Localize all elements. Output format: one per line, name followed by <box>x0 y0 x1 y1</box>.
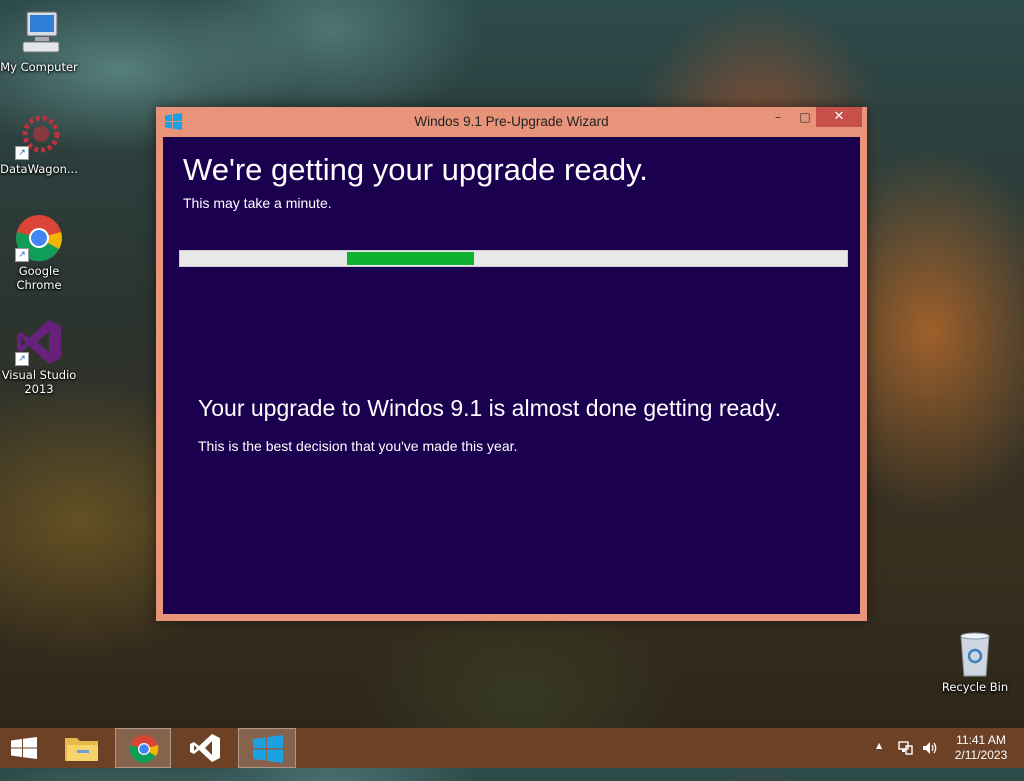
tray-chevron-icon[interactable]: ▲ <box>876 741 882 781</box>
windows-logo-icon <box>253 735 283 763</box>
desktop-icon-label: My Computer <box>0 60 78 74</box>
status-message: Your upgrade to Windos 9.1 is almost don… <box>198 395 782 421</box>
desktop-icon-datawagon[interactable]: ↗ DataWagon... <box>0 112 78 176</box>
taskbar-upgrade-wizard[interactable] <box>238 728 296 768</box>
start-button[interactable] <box>0 728 48 768</box>
desktop-icon-visual-studio[interactable]: ↗ Visual Studio 2013 <box>0 318 78 396</box>
shortcut-arrow-icon: ↗ <box>15 248 29 262</box>
upgrade-wizard-window: Windos 9.1 Pre-Upgrade Wizard – □ ✕ We'r… <box>156 107 867 621</box>
page-subtitle: This may take a minute. <box>183 195 332 211</box>
page-title: We're getting your upgrade ready. <box>183 152 648 187</box>
taskbar-chrome[interactable] <box>115 728 171 768</box>
shortcut-arrow-icon: ↗ <box>15 146 29 160</box>
volume-icon[interactable] <box>921 740 939 780</box>
visual-studio-icon <box>190 734 220 762</box>
close-button[interactable]: ✕ <box>816 107 862 127</box>
window-titlebar[interactable]: Windos 9.1 Pre-Upgrade Wizard – □ ✕ <box>156 107 867 137</box>
taskbar-file-explorer[interactable] <box>55 728 111 768</box>
progress-bar <box>179 250 848 267</box>
desktop-icon-label: Visual Studio 2013 <box>1 368 77 396</box>
computer-icon <box>15 10 63 58</box>
windows-start-icon <box>11 737 37 759</box>
network-icon[interactable] <box>897 740 913 780</box>
chrome-icon <box>129 735 159 763</box>
chrome-icon: ↗ <box>15 214 63 262</box>
minimize-button[interactable]: – <box>766 107 790 127</box>
desktop-icon-label: Google Chrome <box>16 264 62 292</box>
progress-bar-fill <box>347 252 474 265</box>
folder-icon <box>65 738 98 761</box>
taskbar-visual-studio[interactable] <box>176 728 232 768</box>
datawagon-icon: ↗ <box>15 112 63 160</box>
desktop-icon-label: DataWagon... <box>0 162 78 176</box>
wizard-content: We're getting your upgrade ready. This m… <box>163 137 860 614</box>
taskbar-clock[interactable]: 11:41 AM 2/11/2023 <box>946 733 1016 763</box>
maximize-button[interactable]: □ <box>792 107 818 127</box>
desktop-icon-label: Recycle Bin <box>941 680 1009 694</box>
visual-studio-icon: ↗ <box>15 318 63 366</box>
window-title: Windos 9.1 Pre-Upgrade Wizard <box>414 114 609 129</box>
recycle-bin-icon <box>951 630 999 678</box>
status-submessage: This is the best decision that you've ma… <box>198 438 518 454</box>
shortcut-arrow-icon: ↗ <box>15 352 29 366</box>
desktop-icon-my-computer[interactable]: My Computer <box>0 10 78 74</box>
desktop-icon-google-chrome[interactable]: ↗ Google Chrome <box>0 214 78 292</box>
taskbar: ▲ 11:41 AM 2/11/2023 <box>0 728 1024 768</box>
clock-time: 11:41 AM <box>956 733 1006 747</box>
desktop-icon-recycle-bin[interactable]: Recycle Bin <box>936 630 1014 694</box>
clock-date: 2/11/2023 <box>954 748 1008 762</box>
